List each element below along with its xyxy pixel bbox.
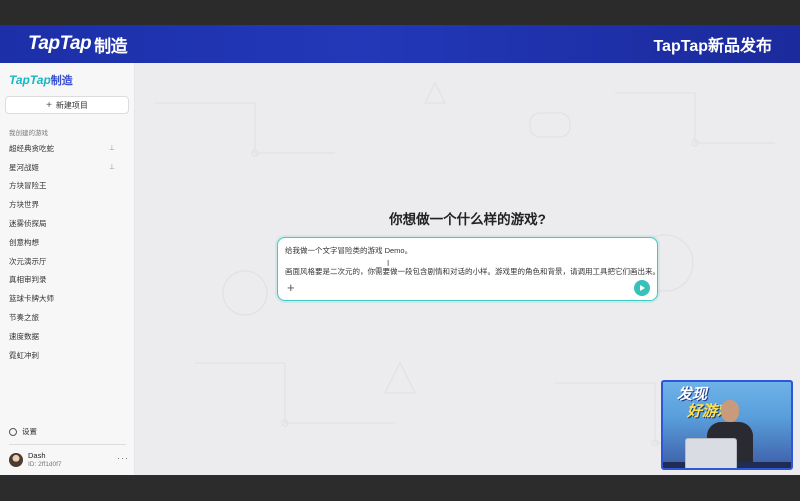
video-bottom-band <box>0 475 800 501</box>
sidebar-game-item[interactable]: 超经典贪吃蛇 ⊥ <box>0 139 135 158</box>
sidebar-game-item[interactable]: 次元演示厅 <box>0 252 135 271</box>
add-attachment-icon[interactable]: + <box>287 280 295 295</box>
sidebar-game-label: 方块世界 <box>9 200 39 210</box>
banner-title: TapTap新品发布 <box>653 38 772 55</box>
page-headline: 你想做一个什么样的游戏? <box>389 212 546 227</box>
sidebar-game-label: 创意构想 <box>9 237 39 247</box>
gear-icon <box>9 427 17 436</box>
sidebar-logo-suffix: 制造 <box>50 75 73 87</box>
more-options-icon[interactable]: ··· <box>117 453 129 463</box>
sidebar-logo-text: TapTap <box>9 73 51 87</box>
user-id: ID: 2ff1d0f7 <box>28 461 62 468</box>
sidebar-game-item[interactable]: 方块冒险王 <box>0 177 135 196</box>
game-list: 超经典贪吃蛇 ⊥ 星河战姬 ⊥ 方块冒险王方块世界迷雾侦探局创意构想次元演示厅真相审判录… <box>0 139 135 365</box>
video-top-band <box>0 0 800 25</box>
sidebar-game-label: 霓虹冲刺 <box>9 350 39 360</box>
plus-icon: + <box>46 99 52 111</box>
banner-logo-suffix: 制造 <box>94 36 128 56</box>
sidebar-game-label: 迷雾侦探局 <box>9 219 47 229</box>
send-button[interactable] <box>634 280 650 296</box>
pin-icon[interactable]: ⊥ <box>109 163 115 171</box>
new-project-label: 新建项目 <box>55 100 88 110</box>
sidebar-game-item[interactable]: 霓虹冲刺 <box>0 346 135 365</box>
sidebar-game-item[interactable]: 方块世界 <box>0 195 135 214</box>
broadcast-banner: TapTap 制造 TapTap新品发布 <box>0 25 800 63</box>
sidebar-game-label: 超经典贪吃蛇 <box>9 143 54 153</box>
banner-logo: TapTap 制造 <box>28 32 128 57</box>
send-icon <box>640 285 645 291</box>
user-profile[interactable]: Dash ID: 2ff1d0f7 <box>9 451 62 468</box>
sidebar-game-item[interactable]: 节奏之旅 <box>0 308 135 327</box>
laptop <box>685 438 737 468</box>
prompt-input[interactable]: 给我做一个文字冒险类的游戏 Demo。 I 画面风格要是二次元的，你需要做一段包… <box>277 237 660 301</box>
sidebar-logo[interactable]: TapTap制造 <box>9 72 73 88</box>
banner-logo-text: TapTap <box>28 33 92 54</box>
sidebar-game-item[interactable]: 速度数据 <box>0 327 135 346</box>
webcam-overlay: 发现 好游戏 <box>661 380 793 470</box>
sidebar-game-label: 星河战姬 <box>9 162 39 172</box>
settings-button[interactable]: 设置 <box>9 426 37 437</box>
sidebar-game-label: 方块冒险王 <box>9 181 47 191</box>
sidebar-game-label: 节奏之旅 <box>9 313 39 323</box>
new-project-button[interactable]: + 新建项目 <box>5 96 129 114</box>
settings-label: 设置 <box>22 427 37 436</box>
pin-icon[interactable]: ⊥ <box>109 144 115 152</box>
my-games-section-label: 我创建的游戏 <box>9 130 48 137</box>
avatar <box>9 452 23 467</box>
prompt-text-line-1: 给我做一个文字冒险类的游戏 Demo。 <box>285 246 413 255</box>
sidebar-game-item[interactable]: 创意构想 <box>0 233 135 252</box>
sidebar-game-label: 篮球卡牌大师 <box>9 294 54 304</box>
sidebar: TapTap制造 + 新建项目 我创建的游戏 超经典贪吃蛇 ⊥ 星河战姬 ⊥ 方块冒险王… <box>0 63 135 475</box>
sidebar-game-item[interactable]: 篮球卡牌大师 <box>0 289 135 308</box>
sidebar-game-label: 真相审判录 <box>9 275 47 285</box>
sidebar-game-label: 速度数据 <box>9 331 39 341</box>
user-name: Dash <box>28 451 46 460</box>
sidebar-game-item[interactable]: 迷雾侦探局 <box>0 214 135 233</box>
sidebar-divider <box>9 444 126 445</box>
presenter-head <box>721 400 739 422</box>
sidebar-game-label: 次元演示厅 <box>9 256 47 266</box>
sidebar-game-item[interactable]: 星河战姬 ⊥ <box>0 158 135 177</box>
prompt-text-line-2: 画面风格要是二次元的，你需要做一段包含剧情和对话的小样。游戏里的角色和背景，请调… <box>285 267 660 276</box>
sidebar-game-item[interactable]: 真相审判录 <box>0 271 135 290</box>
